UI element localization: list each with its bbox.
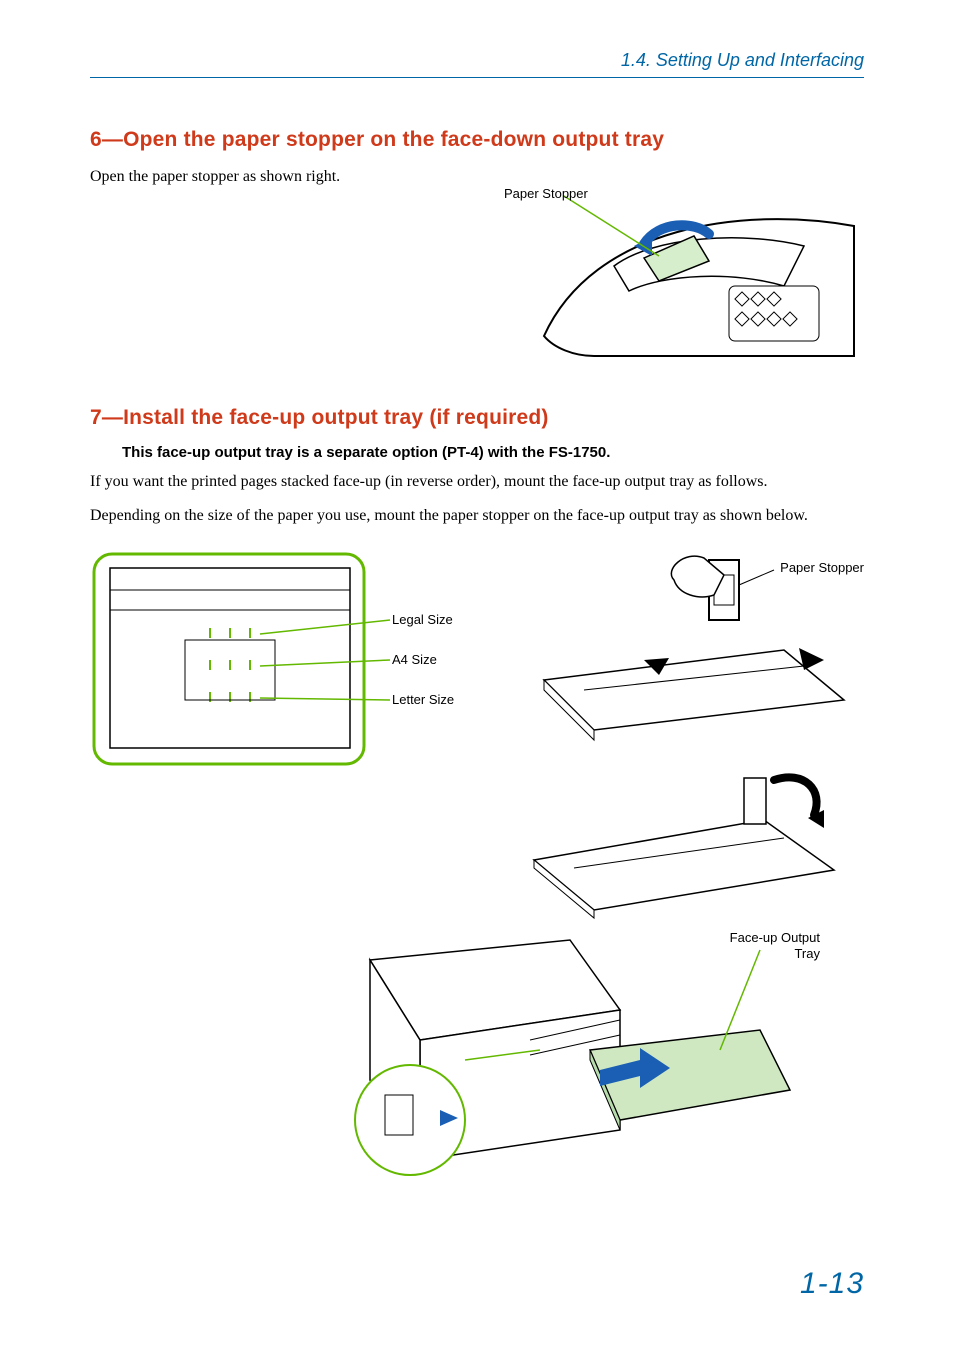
running-header: 1.4. Setting Up and Interfacing [90,50,864,78]
size-label-letter: Letter Size [392,692,454,707]
callout-paper-stopper-insert: Paper Stopper [780,560,864,575]
callout-paper-stopper-top: Paper Stopper [504,186,588,201]
figure-install-tray: Face-up Output Tray [290,920,810,1190]
figure-insert-stopper: Paper Stopper [524,540,864,740]
callout-faceup-tray-l1: Face-up Output [730,930,820,945]
size-label-a4: A4 Size [392,652,437,667]
figure-tilt-tray [524,760,844,920]
step-7-body-2: Depending on the size of the paper you u… [90,505,864,527]
step-6-body: Open the paper stopper as shown right. [90,166,454,188]
step-6-heading: 6—Open the paper stopper on the face-dow… [90,128,864,152]
step-7-note: This face-up output tray is a separate o… [122,444,864,461]
step-7-heading: 7—Install the face-up output tray (if re… [90,406,864,430]
page-number: 1-13 [800,1267,864,1301]
figure-tray-size-guide: Legal Size A4 Size Letter Size [90,550,390,785]
step-7-body-1: If you want the printed pages stacked fa… [90,471,864,493]
callout-faceup-tray-l2: Tray [794,946,820,961]
size-label-legal: Legal Size [392,612,453,627]
figure-printer-top: Paper Stopper [484,166,864,366]
